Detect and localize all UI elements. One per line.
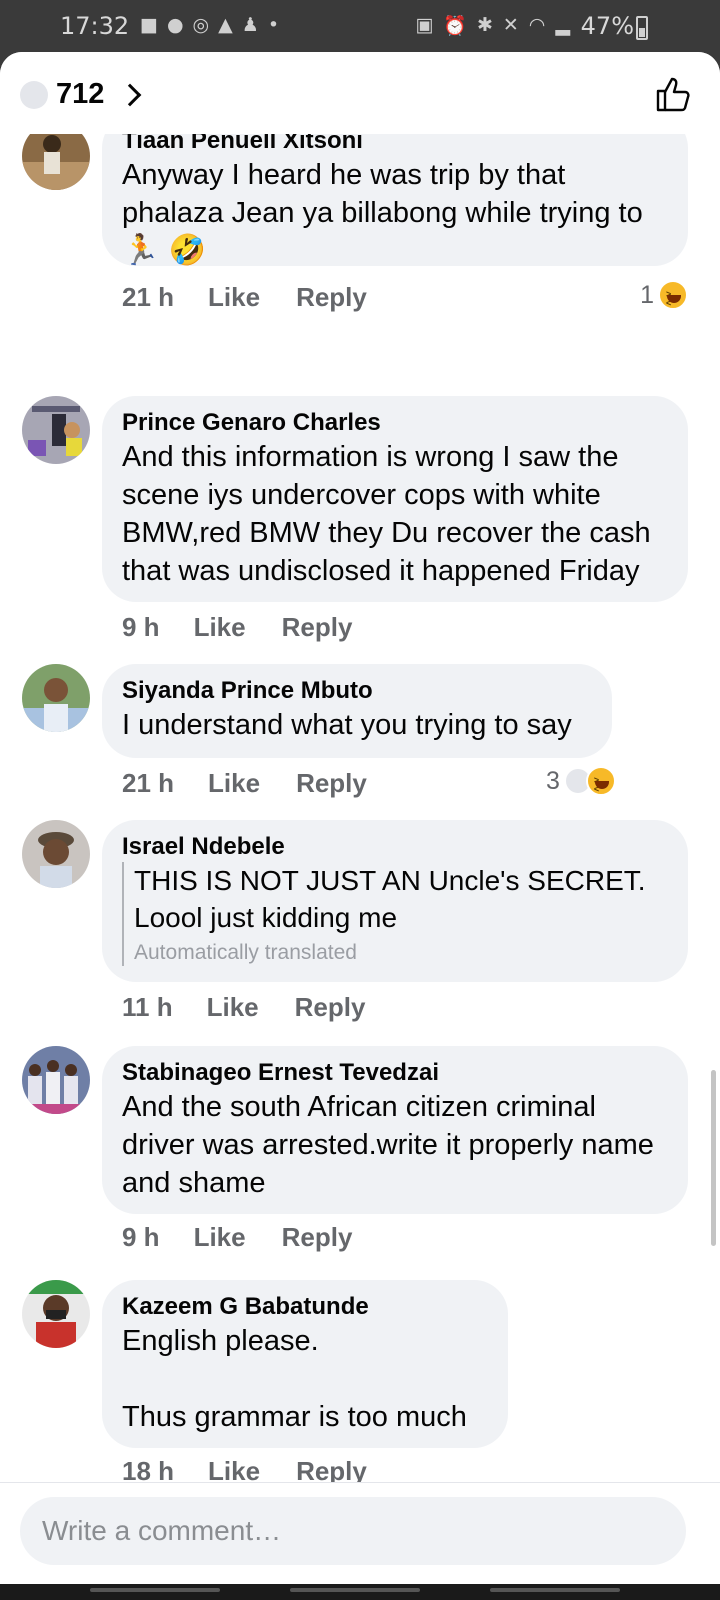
avatar[interactable] <box>22 396 90 464</box>
reaction-count: 1 <box>640 280 654 309</box>
comment-actions: 9 h Like Reply <box>122 612 352 643</box>
commenter-name[interactable]: Kazeem G Babatunde <box>122 1292 488 1322</box>
back-nav[interactable] <box>490 1588 620 1592</box>
android-icon: ♟ <box>241 14 259 36</box>
comment-emojis: 🏃 🤣 <box>122 232 668 270</box>
data-saver-icon: ▣ <box>415 14 434 36</box>
comment-time[interactable]: 21 h <box>122 768 174 799</box>
system-icons: ▣ ⏰ ✱ ✕ ◠ ▂ <box>415 14 570 37</box>
reaction-icon <box>20 80 48 109</box>
like-button[interactable]: Like <box>208 768 260 799</box>
facebook-icon: ● <box>166 14 184 36</box>
rofl-emoji: 🤣 <box>168 233 207 268</box>
like-button[interactable]: Like <box>194 1222 246 1253</box>
battery-icon <box>636 16 648 40</box>
translated-block: THIS IS NOT JUST AN Uncle's SECRET. Looo… <box>122 862 668 966</box>
avatar[interactable] <box>22 1046 90 1114</box>
comments-sheet: 712 Tiaan Penuell Xitsoni Anyway I heard… <box>0 52 720 1584</box>
chat-icon: ■ <box>140 14 158 36</box>
comment-input[interactable]: Write a comment… <box>20 1497 686 1565</box>
comment-text: And this information is wrong I saw the … <box>122 441 651 587</box>
comment-list: Tiaan Penuell Xitsoni Anyway I heard he … <box>0 134 720 1534</box>
scrollbar[interactable] <box>711 1070 716 1246</box>
mute-icon: ✕ <box>502 14 519 36</box>
commenter-name[interactable]: Israel Ndebele <box>122 832 668 862</box>
battery-percent: 47% <box>580 12 634 40</box>
comment-input-placeholder: Write a comment… <box>42 1515 282 1546</box>
comment-bubble[interactable]: Tiaan Penuell Xitsoni Anyway I heard he … <box>102 134 688 268</box>
reaction-count: 712 <box>56 78 105 110</box>
comment-time[interactable]: 21 h <box>122 282 174 313</box>
dot-icon: • <box>267 14 280 36</box>
comment-bubble[interactable]: Kazeem G Babatunde English please. Thus … <box>102 1280 508 1448</box>
comment-actions: 9 h Like Reply <box>122 1222 352 1253</box>
comment-text: English please. Thus grammar is too much <box>122 1325 467 1433</box>
recents-nav[interactable] <box>90 1588 220 1592</box>
comment-bubble[interactable]: Israel Ndebele THIS IS NOT JUST AN Uncle… <box>102 820 688 982</box>
comment-bubble[interactable]: Stabinageo Ernest Tevedzai And the south… <box>102 1046 688 1214</box>
sheet-header: 712 <box>0 52 720 134</box>
twitter-icon: ▲ <box>218 14 233 36</box>
commenter-name[interactable]: Tiaan Penuell Xitsoni <box>122 134 668 156</box>
running-person-emoji: 🏃 <box>122 233 160 268</box>
avatar[interactable] <box>22 134 90 190</box>
avatar[interactable] <box>22 664 90 732</box>
reply-button[interactable]: Reply <box>296 282 367 313</box>
status-bar: 17:32 ■ ● ◎ ▲ ♟ • ▣ ⏰ ✱ ✕ ◠ ▂ 47% <box>0 0 720 56</box>
haha-icon: > < <box>658 280 688 310</box>
haha-icon: > < <box>585 766 616 796</box>
reaction-count: 3 <box>546 766 560 795</box>
composer-bar: Write a comment… <box>0 1482 720 1584</box>
comment-actions: 21 h Like Reply <box>122 282 367 313</box>
comment-reactions[interactable]: 3 > < <box>546 766 616 796</box>
like-button[interactable]: Like <box>194 612 246 643</box>
reply-button[interactable]: Reply <box>282 1222 353 1253</box>
avatar[interactable] <box>22 820 90 888</box>
comment-time[interactable]: 11 h <box>122 992 173 1023</box>
comment-text: Anyway I heard he was trip by that phala… <box>122 159 643 229</box>
comment-bubble[interactable]: Prince Genaro Charles And this informati… <box>102 396 688 602</box>
status-time: 17:32 <box>60 12 130 40</box>
comment-time[interactable]: 9 h <box>122 1222 160 1253</box>
share-icon: ◎ <box>192 14 210 36</box>
comment-reactions[interactable]: 1 > < <box>640 280 688 310</box>
notification-icons: ■ ● ◎ ▲ ♟ • <box>140 14 279 36</box>
avatar[interactable] <box>22 1280 90 1348</box>
comment-actions: 11 h Like Reply <box>122 992 365 1023</box>
comment-text: And the south African citizen criminal d… <box>122 1091 654 1199</box>
comment-time[interactable]: 9 h <box>122 612 160 643</box>
wifi-icon: ◠ <box>528 14 546 36</box>
comment-actions: 21 h Like Reply <box>122 768 367 799</box>
thumbs-up-icon[interactable] <box>654 74 694 114</box>
like-button[interactable]: Like <box>207 992 259 1023</box>
reactions-summary[interactable]: 712 <box>20 78 142 111</box>
alarm-icon: ⏰ <box>443 15 467 37</box>
commenter-name[interactable]: Siyanda Prince Mbuto <box>122 676 592 706</box>
reply-button[interactable]: Reply <box>295 992 366 1023</box>
commenter-name[interactable]: Prince Genaro Charles <box>122 408 668 438</box>
bluetooth-icon: ✱ <box>476 14 493 36</box>
signal-icon: ▂ <box>555 14 570 36</box>
home-nav[interactable] <box>290 1588 420 1592</box>
translation-note[interactable]: Automatically translated <box>134 940 668 966</box>
chevron-right-icon <box>119 83 142 106</box>
system-nav-bar <box>0 1584 720 1600</box>
comment-text: I understand what you trying to say <box>122 709 572 741</box>
like-button[interactable]: Like <box>208 282 260 313</box>
comment-bubble[interactable]: Siyanda Prince Mbuto I understand what y… <box>102 664 612 758</box>
comment-text: THIS IS NOT JUST AN Uncle's SECRET. Looo… <box>134 865 646 933</box>
commenter-name[interactable]: Stabinageo Ernest Tevedzai <box>122 1058 668 1088</box>
reply-button[interactable]: Reply <box>282 612 353 643</box>
reply-button[interactable]: Reply <box>296 768 367 799</box>
